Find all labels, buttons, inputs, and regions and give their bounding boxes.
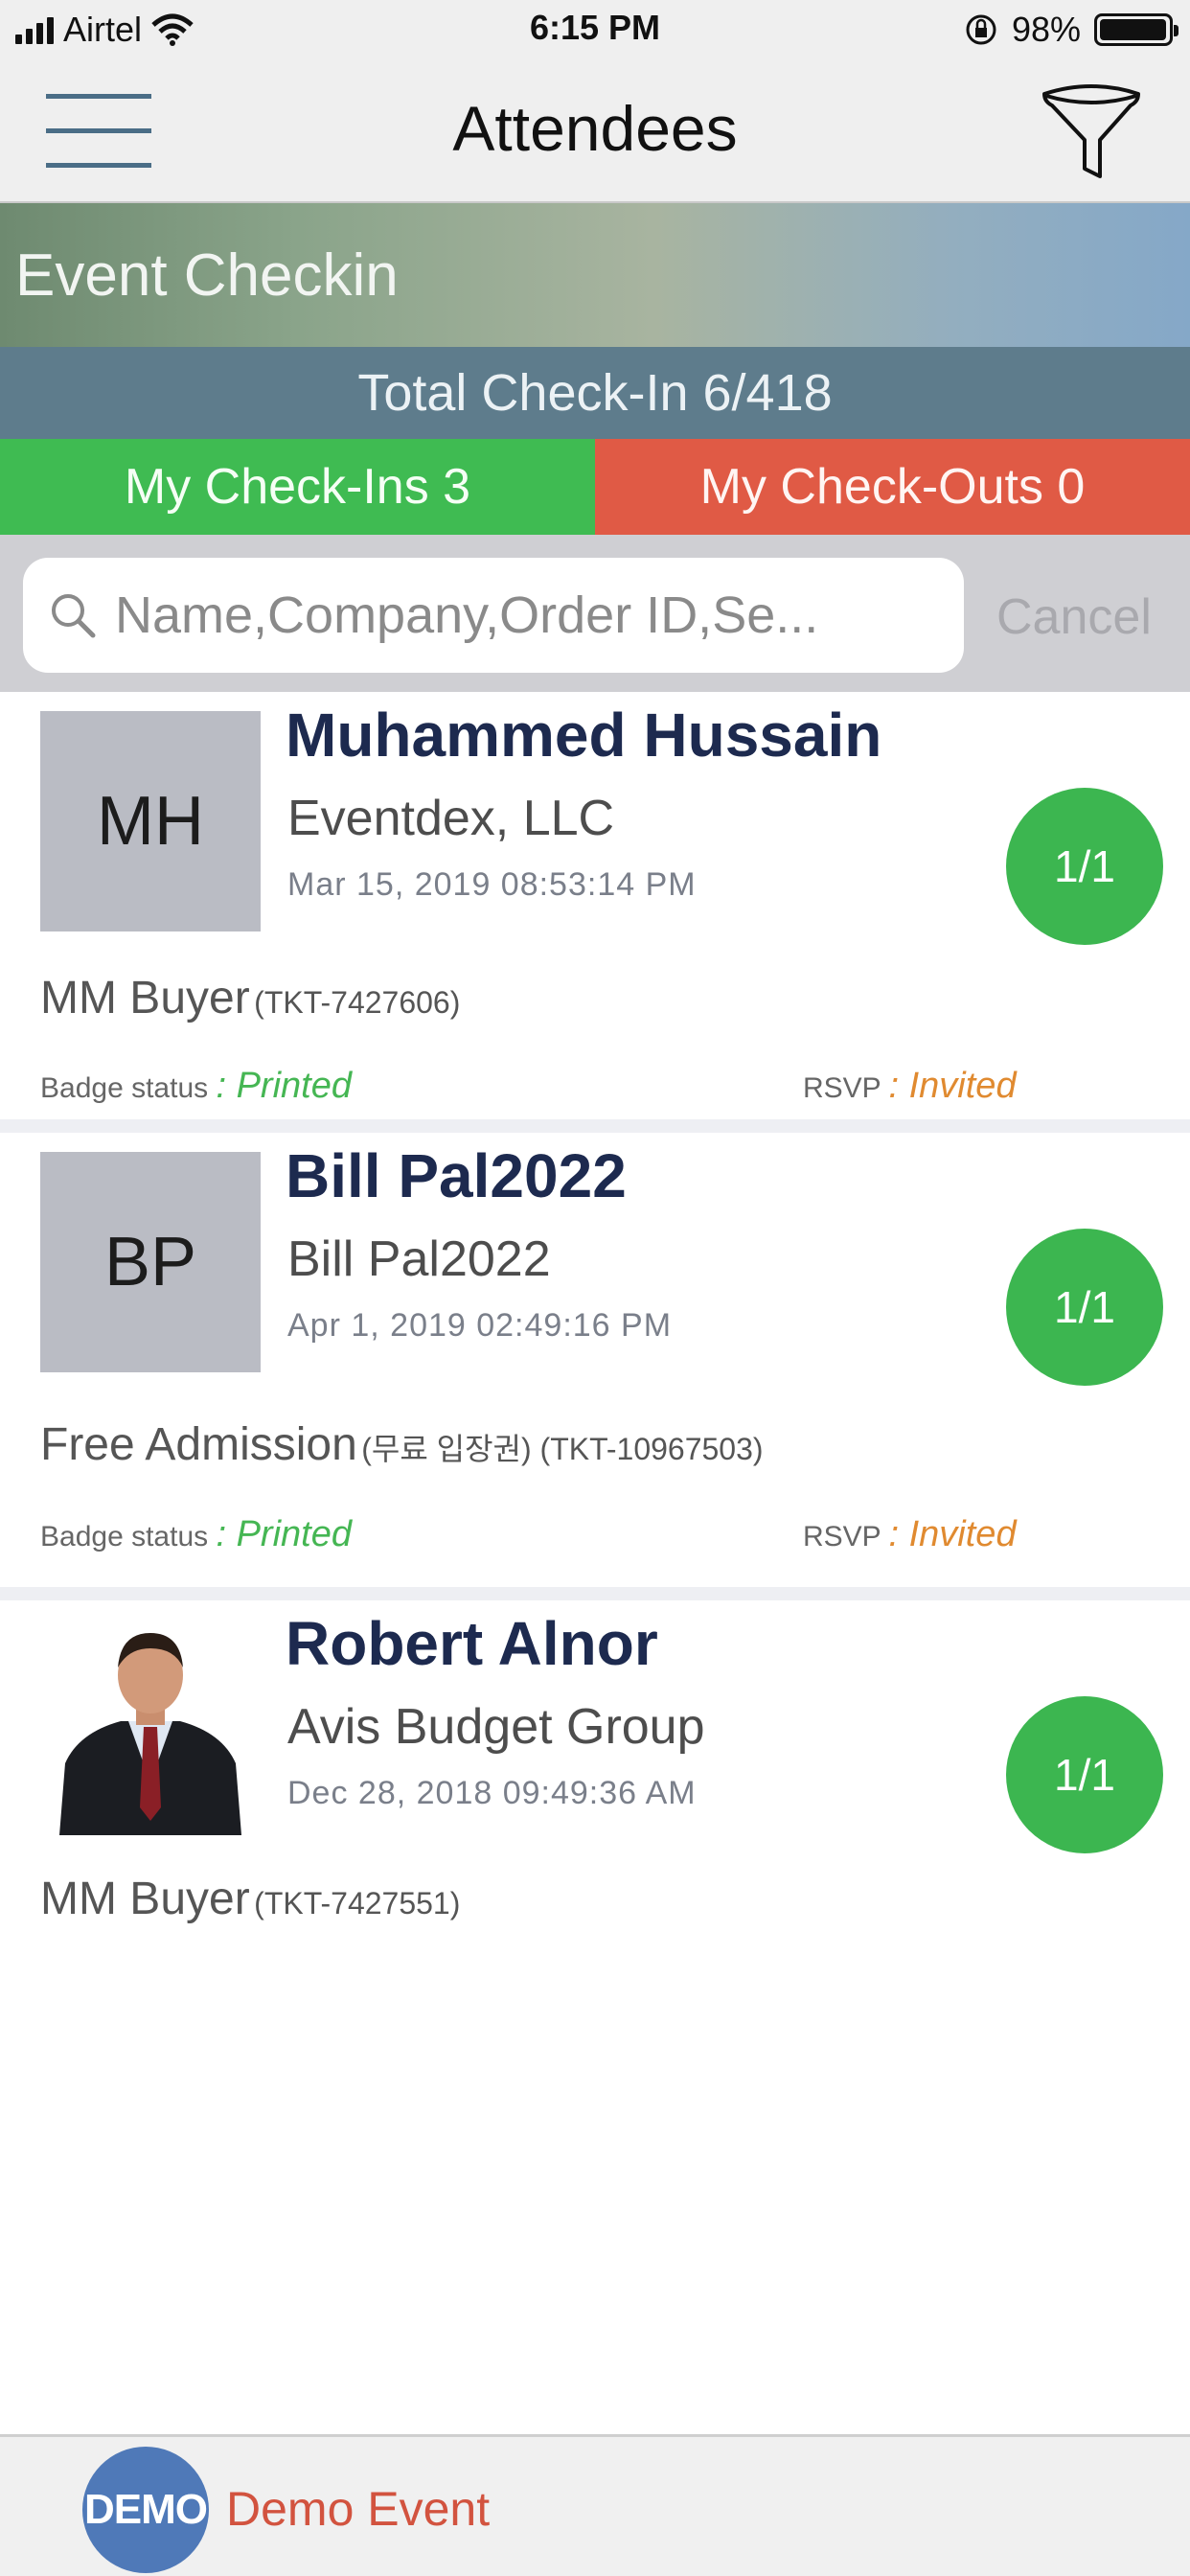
ticket-id: (무료 입장권) (TKT-10967503) (361, 1432, 764, 1466)
checkin-count-badge[interactable]: 1/1 (1006, 788, 1163, 945)
attendee-company: Eventdex, LLC (287, 791, 615, 846)
ticket-id: (TKT-7427606) (254, 985, 461, 1020)
badge-status: Badge status : Printed (40, 1066, 352, 1107)
avatar: MH (40, 711, 261, 932)
total-checkin-bar: Total Check-In 6/418 (0, 347, 1190, 439)
badge-status-value: : Printed (216, 1066, 352, 1106)
attendee-list: MH Muhammed Hussain Eventdex, LLC Mar 15… (0, 692, 1190, 1984)
badge-status-label: Badge status (40, 1072, 209, 1104)
attendee-company: Bill Pal2022 (287, 1231, 551, 1287)
rsvp-label: RSVP (803, 1521, 881, 1552)
footer-event-bar: DEMO Demo Event (0, 2434, 1190, 2576)
battery-percent: 98% (1011, 10, 1081, 49)
battery-icon (1094, 13, 1179, 46)
attendee-date: Apr 1, 2019 02:49:16 PM (287, 1307, 673, 1344)
attendee-name: Robert Alnor (286, 1609, 658, 1678)
attendee-company: Avis Budget Group (287, 1699, 705, 1755)
avatar-photo (40, 1620, 261, 1840)
battery-fill (1100, 19, 1166, 40)
attendee-name: Bill Pal2022 (286, 1141, 627, 1210)
checkin-summary-row: My Check-Ins 3 My Check-Outs 0 (0, 439, 1190, 535)
filter-funnel-icon[interactable] (1039, 80, 1144, 186)
rsvp-value: : Invited (888, 1514, 1017, 1554)
event-name-link[interactable]: Demo Event (226, 2481, 490, 2537)
badge-status: Badge status : Printed (40, 1514, 352, 1555)
orientation-lock-icon (966, 14, 996, 45)
rsvp-status: RSVP : Invited (803, 1514, 1017, 1555)
search-input[interactable] (115, 575, 939, 656)
ticket-line: Free Admission (무료 입장권) (TKT-10967503) (40, 1418, 764, 1471)
search-icon (52, 594, 96, 638)
status-right: 98% (964, 8, 1179, 52)
search-area: Cancel (0, 535, 1190, 692)
attendee-card[interactable]: MH Muhammed Hussain Eventdex, LLC Mar 15… (0, 692, 1190, 1133)
rsvp-status: RSVP : Invited (803, 1066, 1017, 1107)
rsvp-label: RSVP (803, 1072, 881, 1104)
my-checkouts-button[interactable]: My Check-Outs 0 (595, 439, 1190, 535)
event-logo: DEMO (82, 2447, 209, 2573)
ticket-id: (TKT-7427551) (254, 1886, 461, 1920)
attendee-date: Mar 15, 2019 08:53:14 PM (287, 866, 697, 903)
attendee-card[interactable]: BP Bill Pal2022 Bill Pal2022 Apr 1, 2019… (0, 1133, 1190, 1600)
search-box[interactable] (23, 558, 964, 673)
navigation-bar: Attendees (0, 59, 1190, 203)
ticket-type: Free Admission (40, 1419, 357, 1470)
ticket-line: MM Buyer (TKT-7427551) (40, 1873, 460, 1925)
attendee-name: Muhammed Hussain (286, 701, 882, 770)
badge-status-label: Badge status (40, 1521, 209, 1552)
status-bar: Airtel 6:15 PM 98% (0, 0, 1190, 59)
badge-status-value: : Printed (216, 1514, 352, 1554)
page-title: Attendees (452, 93, 738, 164)
checkin-count-badge[interactable]: 1/1 (1006, 1229, 1163, 1386)
ticket-line: MM Buyer (TKT-7427606) (40, 972, 460, 1024)
event-banner: Event Checkin (0, 203, 1190, 347)
avatar: BP (40, 1152, 261, 1372)
attendee-date: Dec 28, 2018 09:49:36 AM (287, 1775, 697, 1811)
cancel-button[interactable]: Cancel (996, 588, 1152, 646)
ticket-type: MM Buyer (40, 973, 250, 1024)
ticket-type: MM Buyer (40, 1874, 250, 1924)
event-banner-title: Event Checkin (15, 242, 399, 309)
attendee-card[interactable]: Robert Alnor Avis Budget Group Dec 28, 2… (0, 1600, 1190, 1984)
my-checkins-button[interactable]: My Check-Ins 3 (0, 439, 595, 535)
checkin-count-badge[interactable]: 1/1 (1006, 1696, 1163, 1853)
rsvp-value: : Invited (888, 1066, 1017, 1106)
